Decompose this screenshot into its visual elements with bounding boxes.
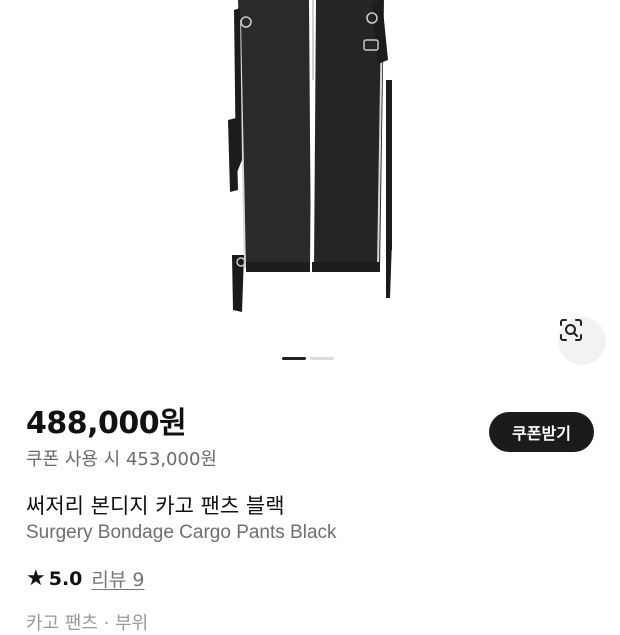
product-image [228,0,392,312]
star-icon: ★ [26,566,46,591]
product-price: 488,000원 [26,406,187,441]
coupon-price: 쿠폰 사용 시 453,000원 [26,449,217,470]
carousel-indicator [282,357,334,360]
partially-visible-text: 카고 팬츠 · 부위 [26,613,149,634]
rating-row: ★ 5.0 리뷰 9 [26,565,145,592]
get-coupon-button[interactable]: 쿠폰받기 [489,412,594,452]
rating-value: 5.0 [48,567,83,590]
visual-search-icon [560,319,582,341]
product-title-korean: 써저리 본디지 카고 팬츠 블랙 [26,494,285,518]
review-link[interactable]: 리뷰 9 [91,565,144,592]
product-image-carousel[interactable] [0,0,620,380]
visual-search-button[interactable] [558,317,606,365]
carousel-dot[interactable] [310,357,334,360]
carousel-dot-active [282,357,306,360]
product-title-english: Surgery Bondage Cargo Pants Black [26,522,337,543]
